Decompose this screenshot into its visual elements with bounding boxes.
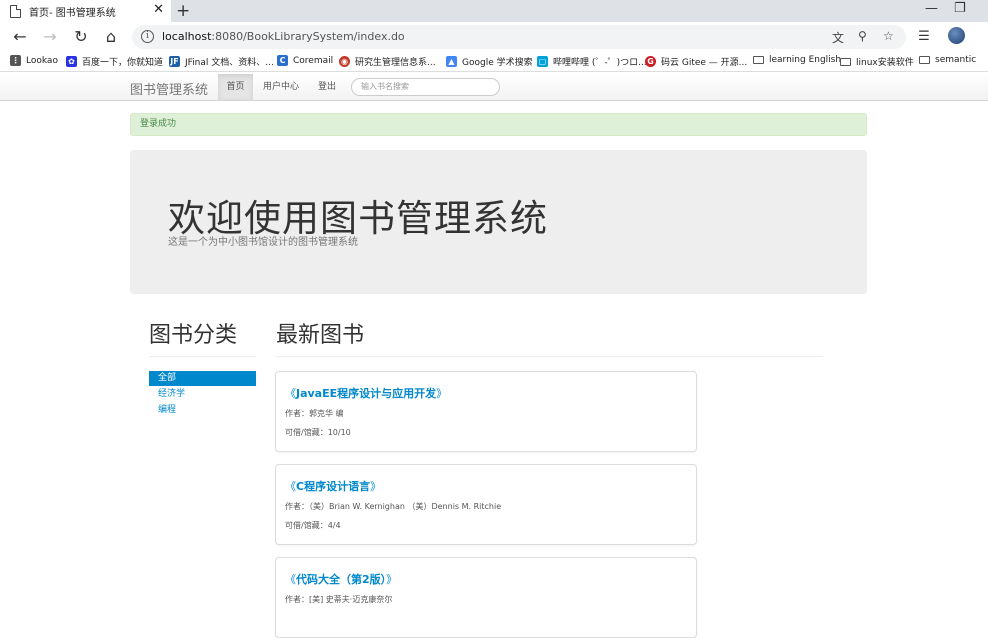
book-author: 作者：郭克华 编 [285,409,344,418]
nav-user-center[interactable]: 用户中心 [258,74,304,100]
scholar-icon: ▲ [446,56,457,67]
book-card: 《JavaEE程序设计与应用开发》 作者：郭克华 编 可借/馆藏：10/10 [275,371,697,452]
search-input[interactable]: 输入书名搜索 [351,78,500,96]
coremail-icon: C [277,55,288,66]
tab-title: 首页- 图书管理系统 [29,7,116,19]
restore-icon[interactable]: ❐ [954,1,966,16]
new-tab-button[interactable]: + [176,1,190,21]
jfinal-icon: JF [169,56,180,67]
university-seal-icon: ◉ [339,56,350,67]
site-navbar: 图书管理系统 首页 用户中心 登出 输入书名搜索 [0,74,988,101]
bookmark-item[interactable]: ▲ Google 学术搜索 [446,55,533,68]
book-card: 《代码大全（第2版）》 作者：[美] 史蒂夫·迈克康奈尔 [275,557,697,638]
reload-icon[interactable]: ↻ [71,27,91,47]
divider [276,356,823,357]
book-title-link[interactable]: 《代码大全（第2版）》 [285,571,397,587]
favorites-list-icon[interactable]: ☰ [914,27,934,47]
browser-toolbar: ← → ↻ ⌂ i localhost:8080/BookLibrarySyst… [0,22,988,52]
category-all[interactable]: 全部 [149,371,256,386]
book-title-link[interactable]: 《C程序设计语言》 [285,478,381,494]
favorite-star-icon[interactable]: ☆ [883,29,894,43]
translate-icon[interactable]: 文 [832,29,844,46]
hero-banner: 欢迎使用图书管理系统 这是一个为中小图书馆设计的图书管理系统 [130,150,867,294]
folder-icon [919,56,930,64]
book-title-link[interactable]: 《JavaEE程序设计与应用开发》 [285,385,447,401]
folder-icon [840,57,851,66]
address-bar[interactable]: i localhost:8080/BookLibrarySystem/index… [132,25,906,49]
zoom-icon[interactable]: ⚲ [858,29,867,43]
bookmark-item[interactable]: C Coremail [277,55,333,66]
hero-subtitle: 这是一个为中小图书馆设计的图书管理系统 [168,237,358,248]
book-stock: 可借/馆藏：10/10 [285,428,351,437]
bookmark-item[interactable]: JF JFinal 文档、资料、... [169,55,274,68]
bookmark-folder[interactable]: learning English [753,55,841,65]
page-icon [10,4,21,18]
browser-tab[interactable]: 首页- 图书管理系统 ✕ [0,0,171,22]
book-author: 作者：（美）Brian W. Kernighan （美）Dennis M. Ri… [285,502,502,511]
nav-logout[interactable]: 登出 [310,74,344,100]
bookmark-item[interactable]: ⋮ Lookao [10,55,58,66]
bilibili-icon: ▢ [537,56,548,67]
bookmark-folder[interactable]: semantic [919,55,976,65]
category-programming[interactable]: 编程 [149,403,256,418]
divider [149,356,256,357]
folder-icon [753,56,764,64]
main-heading: 最新图书 [276,323,365,348]
book-stock: 可借/馆藏：4/4 [285,521,341,530]
sidebar-heading: 图书分类 [149,323,238,348]
site-info-icon[interactable]: i [141,30,154,43]
bookmark-item[interactable]: G 码云 Gitee — 开源... [645,55,747,68]
home-icon[interactable]: ⌂ [101,27,121,47]
bookmarks-bar: ⋮ Lookao ✿ 百度一下，你就知道 JF JFinal 文档、资料、... CC… [0,52,988,72]
profile-avatar[interactable] [948,27,965,44]
forward-icon[interactable]: → [40,27,60,47]
book-card: 《C程序设计语言》 作者：（美）Brian W. Kernighan （美）De… [275,464,697,545]
bookmark-item[interactable]: ▢ 哔哩哔哩 (゜-゜)つロ... [537,55,647,68]
bookmark-item[interactable]: ◉ 研究生管理信息系... [339,55,436,68]
success-alert: 登录成功 [130,113,867,136]
category-economics[interactable]: 经济学 [149,387,256,402]
gitee-icon: G [645,56,656,67]
browser-tabstrip: 首页- 图书管理系统 ✕ + — ❐ [0,0,988,22]
grid-icon: ⋮ [10,55,21,66]
bookmark-item[interactable]: ✿ 百度一下，你就知道 [66,55,163,68]
back-icon[interactable]: ← [10,27,30,47]
nav-home[interactable]: 首页 [218,74,253,100]
tab-close-icon[interactable]: ✕ [153,3,164,17]
baidu-paw-icon: ✿ [66,56,77,67]
book-author: 作者：[美] 史蒂夫·迈克康奈尔 [285,595,393,604]
url-text[interactable]: localhost:8080/BookLibrarySystem/index.d… [162,30,405,43]
minimize-icon[interactable]: — [925,1,938,16]
site-brand[interactable]: 图书管理系统 [130,79,208,98]
bookmark-folder[interactable]: linux安装软件 [840,55,914,68]
